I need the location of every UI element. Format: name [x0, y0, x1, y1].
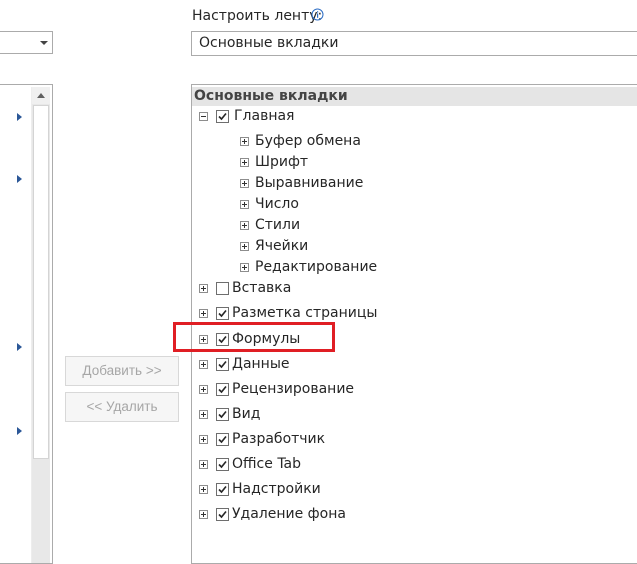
checkmark-icon — [218, 460, 227, 469]
expand-icon[interactable] — [240, 221, 249, 230]
expand-icon[interactable] — [199, 360, 208, 369]
tree-item-label: Надстройки — [232, 481, 321, 497]
tree-item-editing[interactable]: Редактирование — [192, 258, 632, 278]
checkbox[interactable] — [216, 282, 229, 295]
tree-item-home[interactable]: Главная — [192, 107, 632, 127]
tree-item-cells[interactable]: Ячейки — [192, 237, 632, 257]
tree-item-office-tab[interactable]: Office Tab — [192, 454, 632, 474]
checkmark-icon — [218, 360, 227, 369]
scroll-up-button[interactable] — [32, 87, 50, 104]
collapse-icon[interactable] — [199, 112, 208, 121]
tree-item-label: Стили — [255, 217, 301, 233]
tree-item-label: Шрифт — [255, 154, 309, 170]
tree-item-label: Главная — [234, 108, 295, 124]
checkbox[interactable] — [216, 483, 229, 496]
remove-button[interactable]: << Удалить — [65, 392, 179, 422]
tree-item-insert[interactable]: Вставка — [192, 278, 632, 298]
add-button[interactable]: Добавить >> — [65, 356, 179, 386]
checkmark-icon — [218, 510, 227, 519]
tree-item-number[interactable]: Число — [192, 195, 632, 215]
checkbox[interactable] — [216, 307, 229, 320]
tree-item-label: Разработчик — [232, 431, 326, 447]
checkmark-icon — [218, 385, 227, 394]
expand-arrow-icon[interactable] — [15, 112, 23, 122]
expand-icon[interactable] — [240, 200, 249, 209]
checkbox[interactable] — [216, 508, 229, 521]
tree-item-label: Редактирование — [255, 259, 378, 275]
tree-item-label: Удаление фона — [232, 506, 346, 522]
checkmark-icon — [218, 309, 227, 318]
expand-arrow-icon[interactable] — [15, 426, 23, 436]
tree-item-alignment[interactable]: Выравнивание — [192, 174, 632, 194]
vertical-scrollbar[interactable] — [31, 87, 50, 563]
expand-icon[interactable] — [240, 242, 249, 251]
tree-item-label: Выравнивание — [255, 175, 364, 191]
expand-arrow-icon[interactable] — [15, 342, 23, 352]
tree-item-label: Вставка — [232, 280, 292, 296]
expand-icon[interactable] — [240, 137, 249, 146]
expand-icon[interactable] — [199, 485, 208, 494]
expand-icon[interactable] — [240, 179, 249, 188]
tree-item-label: Рецензирование — [232, 381, 355, 397]
expand-icon[interactable] — [240, 263, 249, 272]
chevron-down-icon — [40, 41, 48, 45]
checkbox[interactable] — [216, 383, 229, 396]
scroll-thumb[interactable] — [33, 105, 49, 459]
info-icon[interactable] — [311, 8, 324, 21]
customize-ribbon-label: Настроить ленту: — [192, 8, 323, 24]
tree-item-clipboard[interactable]: Буфер обмена — [192, 132, 632, 152]
tree-item-label: Вид — [232, 406, 261, 422]
tree-item-page-layout[interactable]: Разметка страницы — [192, 303, 632, 323]
tree-item-addins[interactable]: Надстройки — [192, 479, 632, 499]
tree-item-styles[interactable]: Стили — [192, 216, 632, 236]
highlight-box — [173, 322, 335, 352]
expand-arrow-icon[interactable] — [15, 174, 23, 184]
checkbox[interactable] — [216, 433, 229, 446]
tree-item-developer[interactable]: Разработчик — [192, 429, 632, 449]
checkbox[interactable] — [216, 458, 229, 471]
tree-item-label: Office Tab — [232, 456, 302, 472]
expand-icon[interactable] — [199, 460, 208, 469]
checkmark-icon — [218, 435, 227, 444]
tree-item-label: Разметка страницы — [232, 305, 378, 321]
tree-item-background-removal[interactable]: Удаление фона — [192, 504, 632, 524]
tree-item-label: Ячейки — [255, 238, 309, 254]
commands-list[interactable] — [0, 84, 53, 564]
select-value: Основные вкладки — [199, 35, 339, 51]
expand-icon[interactable] — [199, 410, 208, 419]
checkbox[interactable] — [216, 110, 229, 123]
commands-combo[interactable] — [0, 31, 53, 54]
expand-icon[interactable] — [240, 158, 249, 167]
tree-header: Основные вкладки — [192, 87, 637, 106]
checkmark-icon — [218, 112, 227, 121]
expand-icon[interactable] — [199, 309, 208, 318]
expand-icon[interactable] — [199, 435, 208, 444]
tree-header-label: Основные вкладки — [194, 88, 348, 104]
tree-item-font[interactable]: Шрифт — [192, 153, 632, 173]
ribbon-tabs-select[interactable]: Основные вкладки — [191, 31, 637, 56]
checkbox[interactable] — [216, 408, 229, 421]
tree-item-label: Буфер обмена — [255, 133, 361, 149]
expand-icon[interactable] — [199, 284, 208, 293]
expand-icon[interactable] — [199, 385, 208, 394]
tree-item-label: Данные — [232, 356, 290, 372]
checkmark-icon — [218, 485, 227, 494]
checkmark-icon — [218, 410, 227, 419]
chevron-up-icon — [37, 93, 45, 98]
tree-item-data[interactable]: Данные — [192, 354, 632, 374]
expand-icon[interactable] — [199, 510, 208, 519]
tree-item-review[interactable]: Рецензирование — [192, 379, 632, 399]
checkbox[interactable] — [216, 358, 229, 371]
tree-item-view[interactable]: Вид — [192, 404, 632, 424]
tree-item-label: Число — [255, 196, 299, 212]
